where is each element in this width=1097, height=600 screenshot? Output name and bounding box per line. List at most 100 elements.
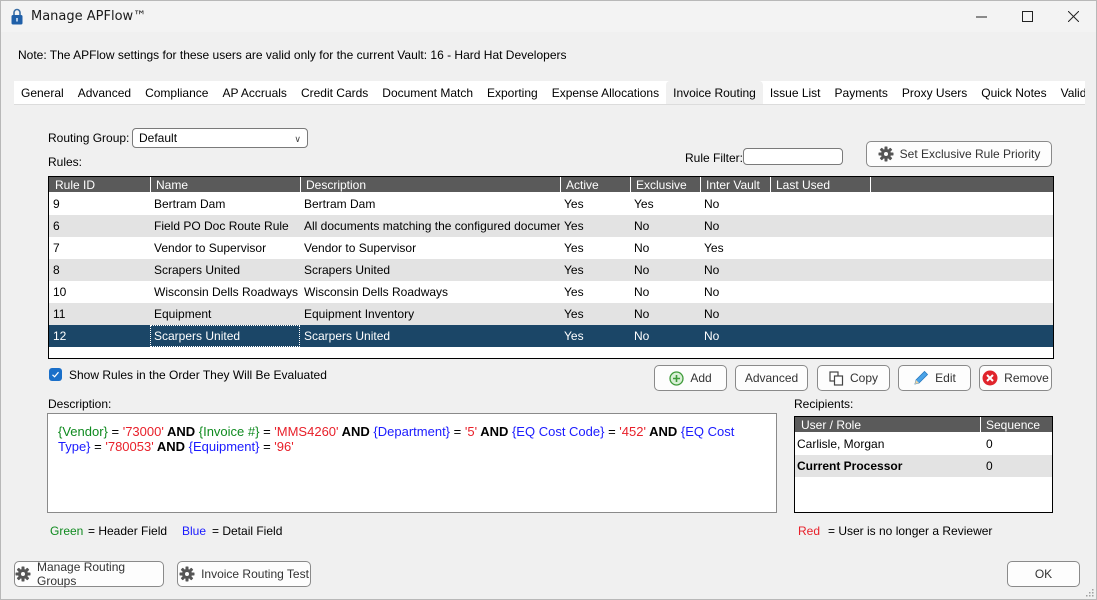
tab-exporting[interactable]: Exporting [480,81,545,104]
set-exclusive-rule-priority-button[interactable]: Set Exclusive Rule Priority [866,141,1052,167]
tab-general[interactable]: General [14,81,71,104]
cell-last-used [770,325,870,347]
tab-quick-notes[interactable]: Quick Notes [974,81,1053,104]
rule-filter-input[interactable] [743,148,843,165]
cell-description: Vendor to Supervisor [304,241,417,255]
cell-exclusive: No [634,241,650,255]
tab-ap-accruals[interactable]: AP Accruals [215,81,293,104]
tab-expense-allocations[interactable]: Expense Allocations [545,81,666,104]
recipients-grid-header: User / Role Sequence [795,417,1052,433]
edit-label: Edit [935,371,956,385]
value-token: '96' [274,439,294,454]
tab-proxy-users[interactable]: Proxy Users [895,81,974,104]
tab-credit-cards[interactable]: Credit Cards [294,81,375,104]
cell-inter-vault: No [704,219,720,233]
maximize-button[interactable] [1004,1,1050,32]
minimize-icon [975,16,987,18]
ok-button[interactable]: OK [1007,561,1080,587]
copy-label: Copy [849,371,878,385]
tab-validation[interactable]: Validation [1054,81,1085,104]
cell-user-role: Carlisle, Morgan [797,437,885,451]
pencil-icon [913,370,929,386]
tab-advanced[interactable]: Advanced [71,81,138,104]
tab-document-match[interactable]: Document Match [375,81,480,104]
column-header-last-used[interactable]: Last Used [770,177,870,192]
routing-group-select[interactable]: Default ∨ [132,128,308,148]
legend-green-word: Green [50,524,84,538]
cell-description: Bertram Dam [304,197,376,211]
tab-compliance[interactable]: Compliance [138,81,215,104]
minimize-button[interactable] [958,1,1004,32]
cell-user-role: Current Processor [797,459,903,473]
resize-grip-icon[interactable] [1086,589,1094,597]
tab-invoice-routing[interactable]: Invoice Routing [666,81,763,104]
close-button[interactable] [1050,1,1096,32]
cell-inter-vault: Yes [704,241,724,255]
column-header-exclusive[interactable]: Exclusive [630,177,700,192]
column-header-user-role[interactable]: User / Role [795,417,980,432]
cell-rule-id: 8 [53,263,60,277]
edit-button[interactable]: Edit [898,365,971,391]
manage-routing-groups-button[interactable]: Manage Routing Groups [14,560,164,588]
tab-issue-list[interactable]: Issue List [763,81,828,104]
and-keyword-token: AND [338,424,374,439]
operator-token: = [450,424,465,439]
column-header-sequence[interactable]: Sequence [980,417,1052,432]
show-order-label[interactable]: Show Rules in the Order They Will Be Eva… [69,368,327,382]
ok-label: OK [1034,567,1053,581]
table-row-selected[interactable]: 12 Scarpers United Scarpers United Yes N… [49,325,1053,347]
rules-label: Rules: [48,155,83,169]
table-row[interactable]: 6 Field PO Doc Route Rule All documents … [49,215,1053,237]
rule-description-box[interactable]: {Vendor} = '73000' AND {Invoice #} = 'MM… [47,413,777,513]
recipient-row[interactable]: Carlisle, Morgan 0 [795,433,1052,455]
recipients-grid[interactable]: User / Role Sequence Carlisle, Morgan 0 … [794,416,1053,513]
cell-rule-id: 12 [53,329,67,343]
cell-description: Wisconsin Dells Roadways [304,285,449,299]
column-header-name[interactable]: Name [150,177,300,192]
column-header-description[interactable]: Description [300,177,560,192]
add-button[interactable]: Add [654,365,727,391]
column-header-inter-vault[interactable]: Inter Vault [700,177,770,192]
value-token: '5' [464,424,478,439]
invoice-routing-test-button[interactable]: Invoice Routing Test [177,561,311,587]
cell-active: Yes [564,219,584,233]
table-row[interactable]: 11 Equipment Equipment Inventory Yes No … [49,303,1053,325]
description-label: Description: [48,397,112,411]
table-row[interactable]: 8 Scrapers United Scrapers United Yes No… [49,259,1053,281]
cell-last-used [770,303,870,325]
cell-active: Yes [564,285,584,299]
cell-active: Yes [564,329,584,343]
cell-sequence: 0 [986,459,993,473]
tab-payments[interactable]: Payments [828,81,895,104]
cell-description: Equipment Inventory [304,307,415,321]
rules-grid-body: 9 Bertram Dam Bertram Dam Yes Yes No 6 F… [49,193,1053,347]
cell-exclusive: No [634,219,650,233]
cell-last-used [770,281,870,303]
copy-icon [829,370,844,386]
remove-label: Remove [1004,371,1049,385]
value-token: '452' [619,424,646,439]
table-row[interactable]: 7 Vendor to Supervisor Vendor to Supervi… [49,237,1053,259]
cell-name: Wisconsin Dells Roadways [154,285,299,299]
rules-grid[interactable]: Rule ID Name Description Active Exclusiv… [48,176,1054,359]
show-order-checkbox[interactable] [49,368,62,381]
cell-description: All documents matching the configured do… [304,219,560,233]
column-header-active[interactable]: Active [560,177,630,192]
table-row[interactable]: 9 Bertram Dam Bertram Dam Yes Yes No [49,193,1053,215]
value-token: 'MMS4260' [274,424,339,439]
operator-token: = [259,439,275,454]
advanced-button[interactable]: Advanced [735,365,808,391]
detail-field-token: {EQ Cost Code} [511,424,605,439]
rules-grid-header: Rule ID Name Description Active Exclusiv… [49,177,1053,193]
window-title: Manage APFlow™ [31,9,147,24]
detail-field-token: {Equipment} [188,439,260,454]
detail-field-token: {Department} [373,424,451,439]
copy-button[interactable]: Copy [817,365,890,391]
cell-name: Scarpers United [150,325,300,347]
invoice-routing-test-label: Invoice Routing Test [201,567,309,581]
column-header-rule-id[interactable]: Rule ID [49,177,150,192]
add-label: Add [690,371,712,385]
table-row[interactable]: 10 Wisconsin Dells Roadways Wisconsin De… [49,281,1053,303]
recipient-row[interactable]: Current Processor 0 [795,455,1052,477]
remove-button[interactable]: Remove [979,365,1052,391]
